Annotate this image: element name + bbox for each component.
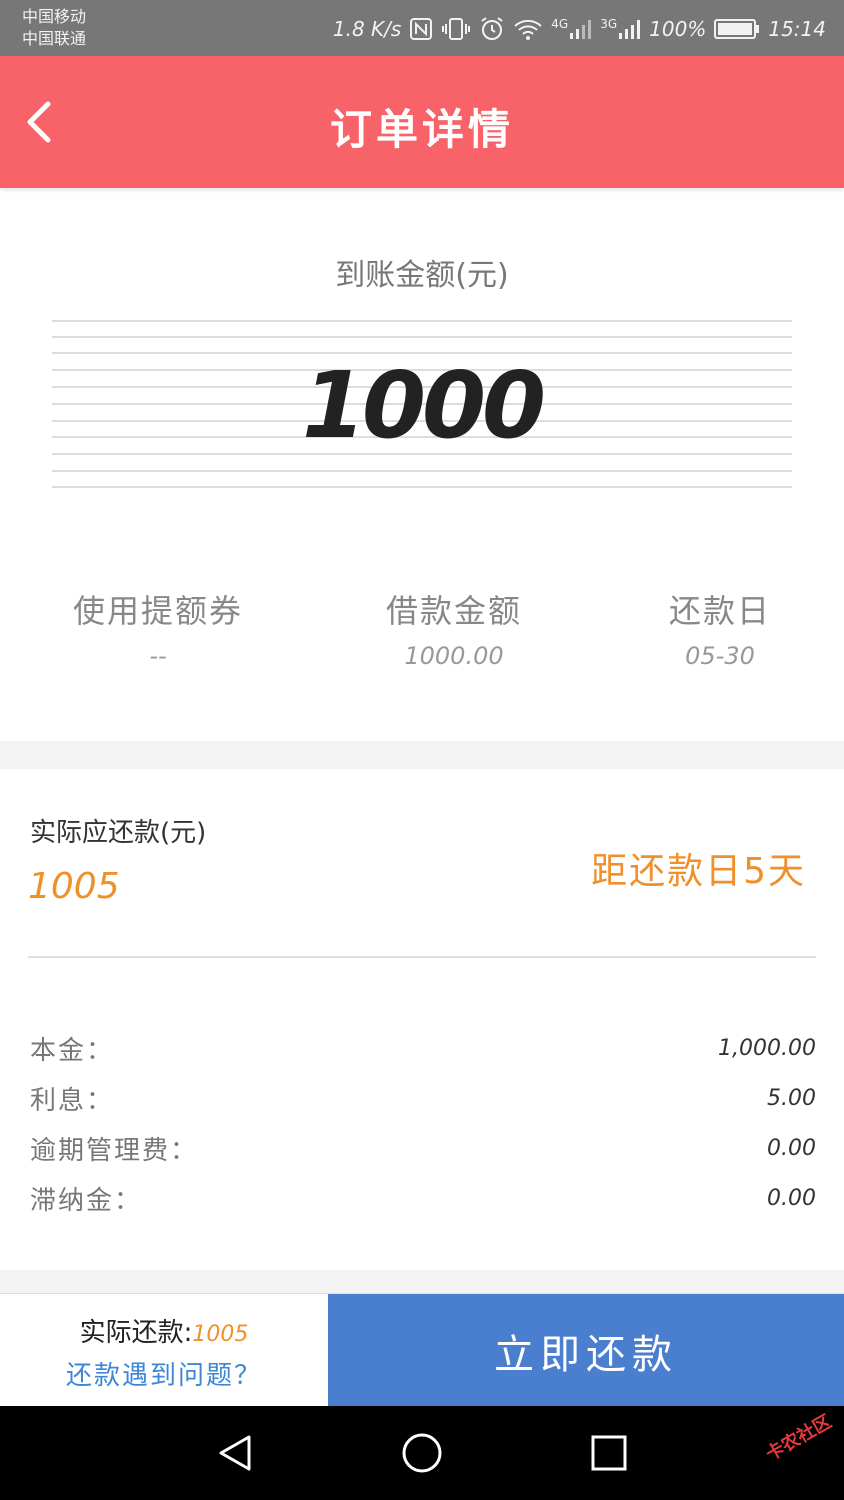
carrier-2: 中国联通 (22, 29, 87, 48)
repay-summary: 实际还款:1005 还款遇到问题？ (0, 1294, 328, 1407)
loan-info-row: 使用提额券 -- 借款金额 1000.00 还款日 05-30 (0, 586, 844, 676)
fee-row-principal: 本金： 1,000.00 (30, 1030, 816, 1066)
fee-value: 0.00 (767, 1185, 816, 1211)
actual-repay-summary-label: 实际还款: (79, 1318, 193, 1348)
section-separator (0, 1270, 844, 1293)
received-amount-label: 到账金额(元) (335, 258, 509, 293)
coupon-info: 使用提额券 -- (58, 586, 258, 670)
loan-amount-info: 借款金额 1000.00 (354, 586, 554, 670)
network-type-2: 3G (600, 17, 618, 31)
bottom-action-bar: 实际还款:1005 还款遇到问题？ 立即还款 (0, 1293, 844, 1407)
repay-date-info: 还款日 05-30 (620, 586, 820, 670)
fee-value: 5.00 (767, 1085, 816, 1111)
carrier-info: 中国移动 中国联通 (22, 6, 86, 50)
loan-amount-value: 1000.00 (404, 642, 504, 670)
signal-3g-icon: 3G (600, 17, 641, 41)
section-separator (0, 741, 844, 769)
received-amount-value: 1000 (301, 352, 546, 459)
repay-now-button[interactable]: 立即还款 (328, 1294, 844, 1407)
battery-percent: 100% (649, 17, 707, 41)
actual-repay-line: 实际还款:1005 (0, 1312, 328, 1349)
fee-row-interest: 利息： 5.00 (30, 1080, 816, 1116)
network-speed: 1.8 K/s (332, 17, 402, 41)
nav-home-button[interactable] (397, 1428, 447, 1478)
nav-recents-button[interactable] (584, 1428, 634, 1478)
actual-repay-summary-value: 1005 (192, 1322, 249, 1347)
clock: 15:14 (768, 17, 826, 41)
order-detail-screen: 中国移动 中国联通 1.8 K/s 4G 3G 100% 15:14 订单详情 … (0, 0, 844, 1500)
wifi-icon (513, 17, 543, 41)
status-bar: 中国移动 中国联通 1.8 K/s 4G 3G 100% 15:14 (0, 0, 844, 56)
fee-label: 利息： (30, 1085, 115, 1116)
network-type-1: 4G (551, 17, 569, 31)
fee-value: 1,000.00 (718, 1035, 816, 1061)
fee-label: 滞纳金： (30, 1185, 143, 1216)
status-indicators: 1.8 K/s 4G 3G 100% 15:14 (333, 14, 826, 44)
loan-amount-title: 借款金额 (385, 592, 522, 630)
fee-label: 本金： (30, 1035, 115, 1066)
fee-row-overdue-fee: 逾期管理费： 0.00 (30, 1130, 816, 1166)
fee-label: 逾期管理费： (30, 1135, 199, 1166)
triangle-back-icon (219, 1435, 251, 1471)
alarm-icon (479, 16, 505, 42)
actual-repay-label: 实际应还款(元) (30, 818, 207, 848)
fee-value: 0.00 (767, 1135, 816, 1161)
nfc-icon (409, 17, 433, 41)
coupon-title: 使用提额券 (72, 592, 243, 630)
circle-home-icon (402, 1433, 442, 1473)
nav-back-button[interactable] (210, 1428, 260, 1478)
carrier-1: 中国移动 (22, 7, 87, 26)
square-recents-icon (591, 1435, 627, 1471)
divider (28, 956, 816, 958)
vibrate-icon (441, 17, 471, 41)
repay-countdown: 距还款日5天 (591, 851, 806, 892)
battery-icon (714, 18, 760, 40)
repay-date-title: 还款日 (668, 592, 771, 630)
signal-4g-icon: 4G (551, 17, 592, 41)
repay-date-value: 05-30 (685, 642, 755, 670)
coupon-value: -- (149, 642, 167, 670)
page-title: 订单详情 (329, 105, 514, 154)
fee-row-late-fee: 滞纳金： 0.00 (30, 1180, 816, 1216)
app-header: 订单详情 (0, 56, 844, 188)
navigation-bar (0, 1406, 844, 1500)
repay-help-link[interactable]: 还款遇到问题？ (0, 1355, 328, 1392)
actual-repay-value: 1005 (28, 866, 120, 907)
